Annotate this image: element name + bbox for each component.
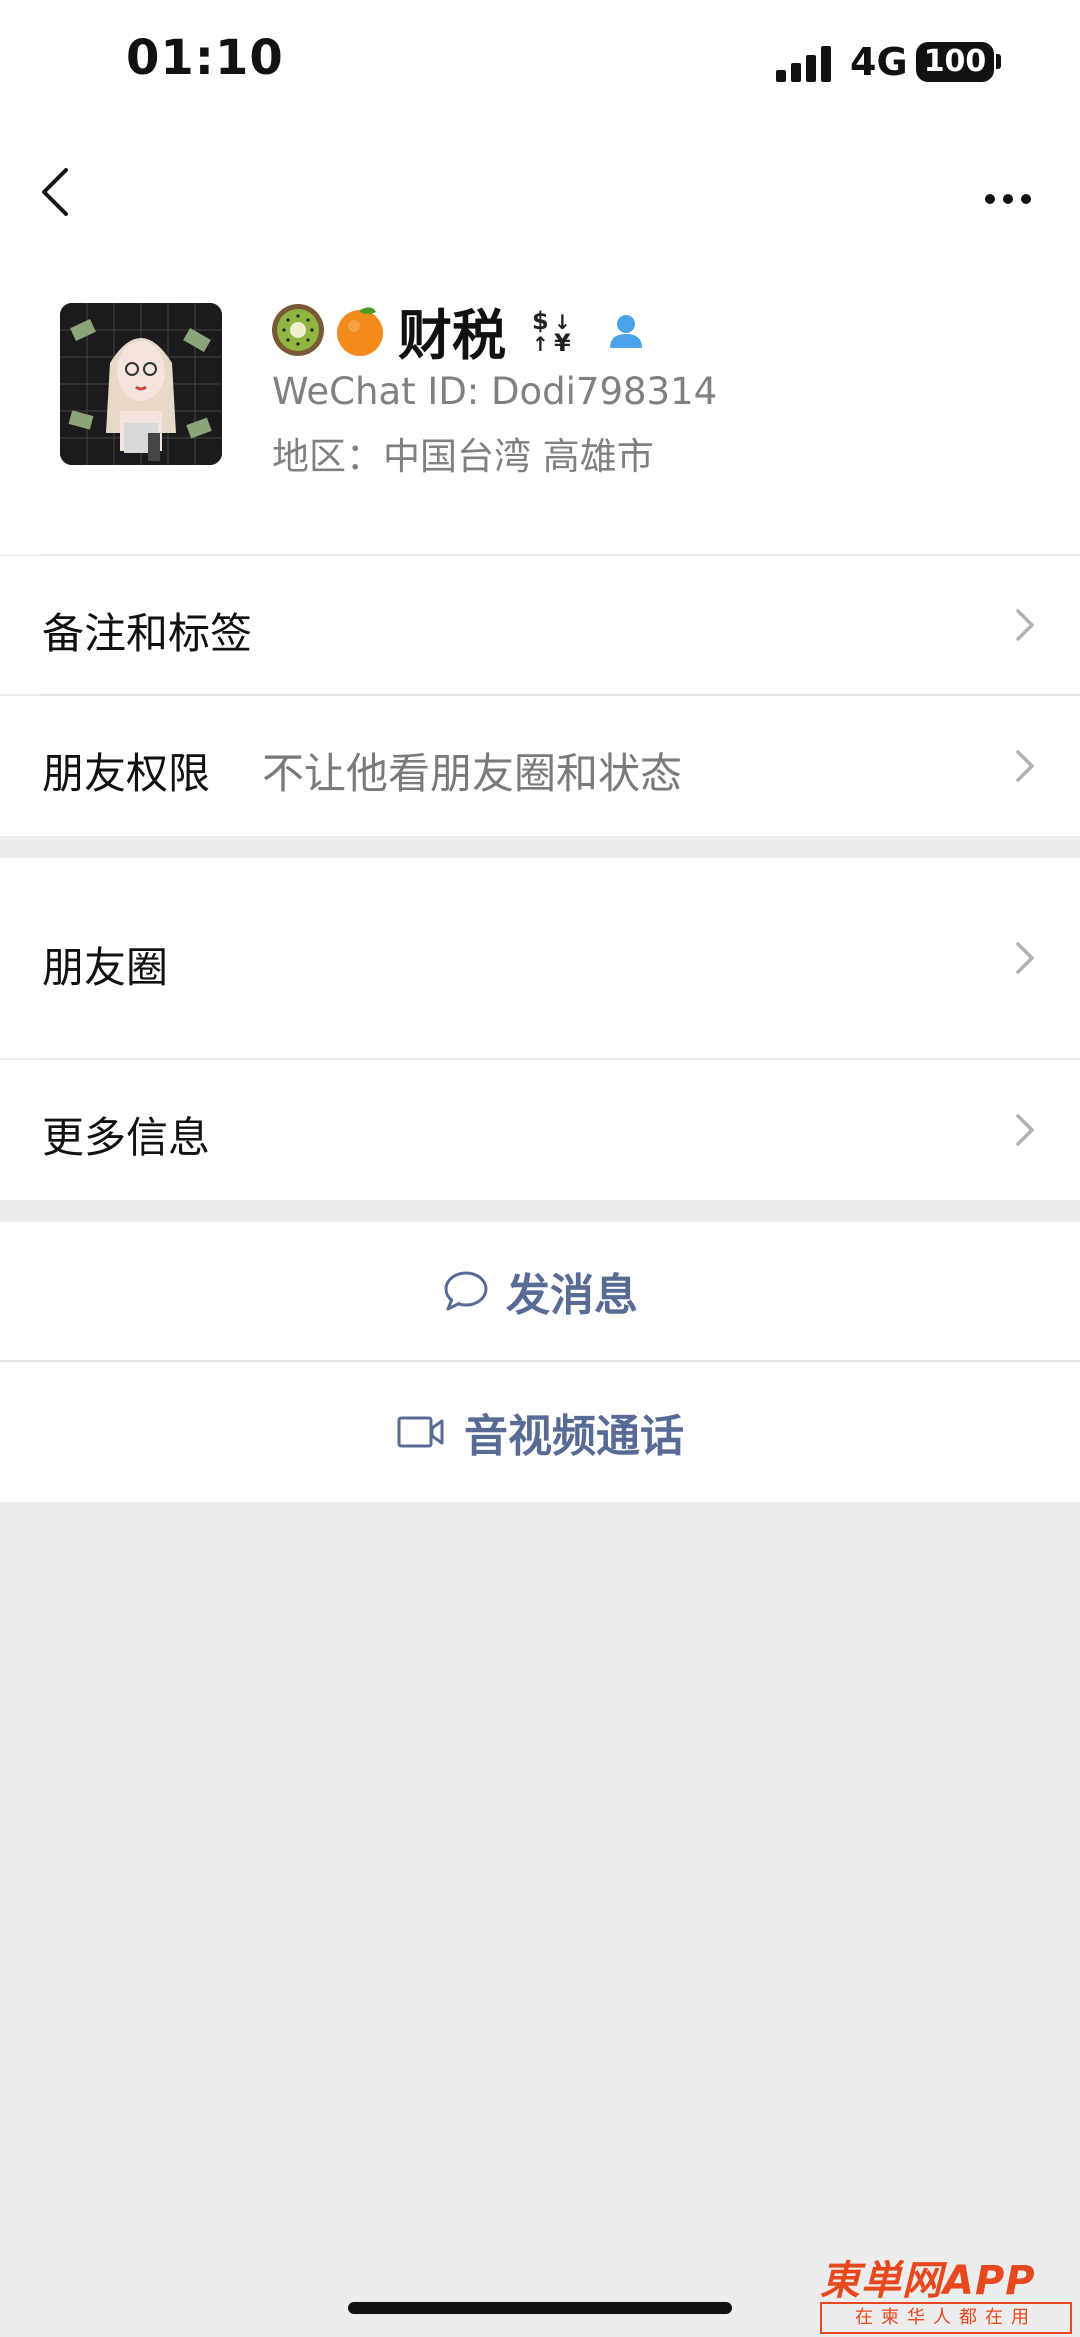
row-value: 不让他看朋友圈和状态 (262, 749, 683, 798)
home-indicator[interactable] (348, 2302, 732, 2314)
kiwi-icon (272, 304, 324, 356)
row-label: 更多信息 (42, 1113, 211, 1162)
name-row: 财税 $ ↓ ↑ ¥ (270, 290, 646, 370)
video-camera-icon (397, 1416, 444, 1448)
network-type: 4G (850, 40, 908, 84)
send-message-label: 发消息 (506, 1270, 638, 1321)
svg-text:$: $ (532, 307, 549, 335)
svg-text:¥: ¥ (554, 329, 571, 355)
profile-name: 财税 (398, 303, 506, 367)
video-call-button[interactable]: 音视频通话 (0, 1362, 1080, 1502)
chevron-right-icon (1016, 1114, 1034, 1146)
avatar[interactable] (60, 303, 222, 465)
navigation-bar (0, 130, 1080, 240)
more-info-row[interactable]: 更多信息 (0, 1060, 1080, 1200)
status-time: 01:10 (126, 30, 284, 86)
chevron-right-icon (1016, 750, 1034, 782)
status-bar: 01:10 4G 100 (0, 0, 1080, 130)
watermark: 東単网APP 在柬华人都在用 (820, 2248, 1072, 2334)
watermark-slogan: 在柬华人都在用 (820, 2302, 1072, 2334)
back-button[interactable] (30, 148, 100, 228)
avatar-illustration (60, 303, 222, 465)
profile-header: 财税 $ ↓ ↑ ¥ WeChat ID: Dodi798314 地区：中国台湾… (0, 240, 1080, 555)
send-message-button[interactable]: 发消息 (0, 1222, 1080, 1360)
finance-icon: $ ↓ ↑ ¥ (532, 307, 571, 355)
chevron-right-icon (1016, 609, 1034, 641)
tangerine-icon (337, 307, 383, 356)
chat-bubble-icon (444, 1271, 488, 1311)
row-label: 朋友圈 (42, 943, 169, 992)
video-call-label: 音视频通话 (464, 1411, 684, 1462)
more-icon (985, 194, 1031, 204)
friend-permissions-row[interactable]: 朋友权限 不让他看朋友圈和状态 (0, 696, 1080, 836)
battery-nub (996, 54, 1001, 69)
svg-text:↑: ↑ (532, 332, 549, 355)
person-icon (610, 315, 642, 348)
region: 地区：中国台湾 高雄市 (272, 435, 654, 478)
signal-icon (776, 46, 836, 82)
remarks-tags-row[interactable]: 备注和标签 (0, 556, 1080, 694)
chevron-left-icon (42, 168, 68, 216)
chevron-right-icon (1016, 942, 1034, 974)
moments-row[interactable]: 朋友圈 (0, 858, 1080, 1058)
more-button[interactable] (976, 155, 1046, 215)
battery-icon: 100 (916, 42, 994, 82)
watermark-brand: 東単网APP (820, 2258, 1036, 2304)
wechat-id: WeChat ID: Dodi798314 (272, 370, 718, 413)
row-label: 朋友权限 (42, 749, 211, 798)
row-label: 备注和标签 (42, 609, 253, 658)
